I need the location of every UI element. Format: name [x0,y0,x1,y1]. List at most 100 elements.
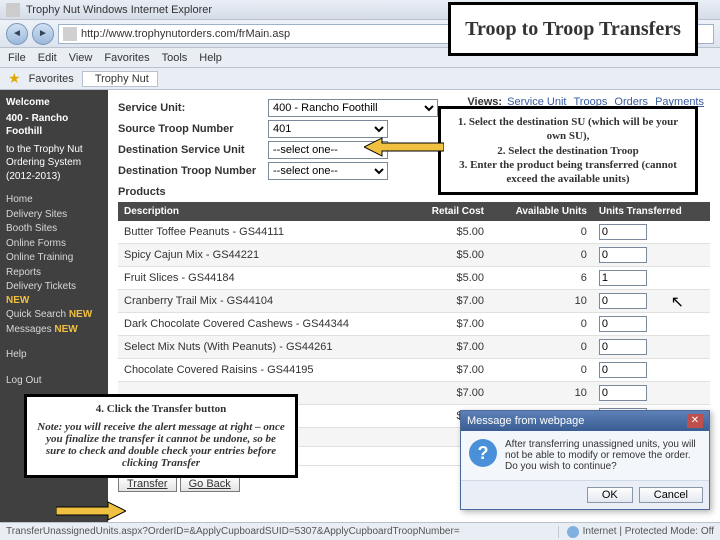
sidebar-item-quick-search[interactable]: Quick Search NEW [6,308,102,322]
units-transferred-input[interactable] [599,270,647,286]
sidebar-item-delivery-sites[interactable]: Delivery Sites [6,208,102,222]
favorites-label[interactable]: Favorites [29,73,74,85]
sidebar-item-help[interactable]: Help [6,348,102,362]
question-icon: ? [469,439,497,467]
annotation-note: 4. Click the Transfer button Note: you w… [24,394,298,478]
cell-available: 10 [490,382,593,405]
units-transferred-input[interactable] [599,224,647,240]
cell-transferred [593,244,710,267]
th-description: Description [118,202,411,221]
units-transferred-input[interactable] [599,385,647,401]
dialog-ok-button[interactable]: OK [587,487,633,503]
dialog-body: After transferring unassigned units, you… [505,439,701,472]
globe-icon [567,526,579,538]
table-row: Spicy Cajun Mix - GS44221$5.000 [118,244,710,267]
sidebar-item-online-training[interactable]: Online Training [6,251,102,265]
arrow-to-transfer [56,500,126,522]
cell-transferred [593,313,710,336]
cell-description: Butter Toffee Peanuts - GS44111 [118,221,411,244]
browser-tab[interactable]: Trophy Nut [82,71,158,87]
dest-su-label: Destination Service Unit [118,144,268,156]
favorites-star-icon[interactable]: ★ [8,70,21,87]
back-button[interactable]: ◄ [6,23,28,45]
menu-tools[interactable]: Tools [162,52,188,64]
dialog-cancel-button[interactable]: Cancel [639,487,703,503]
cell-retail: $7.00 [411,290,490,313]
annotation-title: Troop to Troop Transfers [448,2,698,56]
menu-edit[interactable]: Edit [38,52,57,64]
service-unit-select[interactable]: 400 - Rancho Foothill [268,99,438,117]
cell-available: 0 [490,313,593,336]
cell-description: Chocolate Covered Raisins - GS44195 [118,359,411,382]
go-back-button[interactable]: Go Back [180,476,240,492]
cell-available: 10 [490,290,593,313]
table-row: Cranberry Trail Mix - GS44104$7.0010 [118,290,710,313]
cell-available: 6 [490,267,593,290]
cell-transferred [593,290,710,313]
page-icon [63,27,77,41]
th-transferred: Units Transferred [593,202,710,221]
source-troop-label: Source Troop Number [118,123,268,135]
menu-file[interactable]: File [8,52,26,64]
sidebar-item-logout[interactable]: Log Out [6,374,102,388]
units-transferred-input[interactable] [599,339,647,355]
table-row: Select Mix Nuts (With Peanuts) - GS44261… [118,336,710,359]
table-row: Dark Chocolate Covered Cashews - GS44344… [118,313,710,336]
menu-favorites[interactable]: Favorites [104,52,149,64]
url-text: http://www.trophynutorders.com/frMain.as… [81,28,290,40]
dest-troop-select[interactable]: --select one-- [268,162,388,180]
confirm-dialog: Message from webpage ✕ ? After transferr… [460,410,710,510]
sidebar-item-booth-sites[interactable]: Booth Sites [6,222,102,236]
cell-available: 0 [490,244,593,267]
sidebar-item-delivery-tickets[interactable]: Delivery Tickets NEW [6,280,102,307]
cell-retail: $7.00 [411,382,490,405]
cell-retail: $7.00 [411,313,490,336]
cell-transferred [593,359,710,382]
cell-available: 0 [490,359,593,382]
menu-help[interactable]: Help [199,52,222,64]
cell-retail: $5.00 [411,221,490,244]
cell-transferred [593,382,710,405]
cell-description: Cranberry Trail Mix - GS44104 [118,290,411,313]
units-transferred-input[interactable] [599,247,647,263]
status-zone: Internet | Protected Mode: Off [558,526,714,538]
cell-transferred [593,336,710,359]
cell-retail: $5.00 [411,244,490,267]
window-title: Trophy Nut Windows Internet Explorer [26,4,212,16]
th-available: Available Units [490,202,593,221]
dialog-title-bar: Message from webpage ✕ [461,411,709,431]
cell-retail: $7.00 [411,359,490,382]
cell-transferred [593,267,710,290]
sidebar-welcome: Welcome [6,96,102,110]
sidebar-item-messages[interactable]: Messages NEW [6,323,102,337]
table-row: Fruit Slices - GS44184$5.006 [118,267,710,290]
sidebar-item-reports[interactable]: Reports [6,266,102,280]
sidebar-system: to the Trophy Nut Ordering System (2012-… [6,143,102,184]
mouse-cursor-icon: ↖ [671,292,684,312]
status-bar: TransferUnassignedUnits.aspx?OrderID=&Ap… [0,522,720,540]
dest-troop-label: Destination Troop Number [118,165,268,177]
th-retail: Retail Cost [411,202,490,221]
menu-view[interactable]: View [69,52,93,64]
table-row: Chocolate Covered Raisins - GS44195$7.00… [118,359,710,382]
annotation-steps: 1. Select the destination SU (which will… [438,106,698,195]
arrow-to-dest-su [364,136,444,158]
sidebar-su-name: 400 - Rancho Foothill [6,112,102,139]
cell-description: Fruit Slices - GS44184 [118,267,411,290]
units-transferred-input[interactable] [599,316,647,332]
cell-available: 0 [490,336,593,359]
sidebar-item-online-forms[interactable]: Online Forms [6,237,102,251]
forward-button[interactable]: ► [32,23,54,45]
transfer-button[interactable]: Transfer [118,476,177,492]
cell-description: Dark Chocolate Covered Cashews - GS44344 [118,313,411,336]
favicon [6,3,20,17]
favorites-bar: ★ Favorites Trophy Nut [0,68,720,90]
units-transferred-input[interactable] [599,362,647,378]
dialog-close-button[interactable]: ✕ [687,414,703,428]
service-unit-label: Service Unit: [118,102,268,114]
cell-description: Select Mix Nuts (With Peanuts) - GS44261 [118,336,411,359]
table-row: Butter Toffee Peanuts - GS44111$5.000 [118,221,710,244]
units-transferred-input[interactable] [599,293,647,309]
sidebar-item-home[interactable]: Home [6,193,102,207]
cell-description: Spicy Cajun Mix - GS44221 [118,244,411,267]
